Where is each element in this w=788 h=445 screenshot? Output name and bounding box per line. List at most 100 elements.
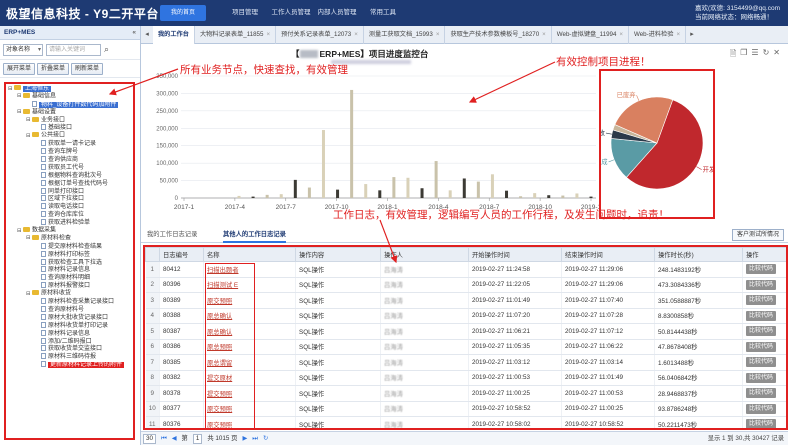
- tree-node[interactable]: ⊟ 基础设置: [8, 108, 131, 117]
- tab-5[interactable]: Web-虚拟键盘_11994 ×: [552, 26, 630, 44]
- tab-close-icon[interactable]: ×: [542, 31, 546, 38]
- tree-node[interactable]: ⊟ 原材料收货: [8, 290, 131, 298]
- tree-node[interactable]: 根据物料查询批次号: [8, 171, 131, 180]
- table-row[interactable]: 10 80377 原交预照 SQL操作 吕海涛 2019-02-27 10:58:52 20…: [145, 401, 786, 417]
- compare-code-button[interactable]: 比较代码: [746, 419, 777, 428]
- expand-button[interactable]: 展开菜单: [3, 62, 36, 75]
- search-input[interactable]: 请输入关键词: [46, 43, 101, 56]
- compare-code-button[interactable]: 比较代码: [746, 264, 777, 275]
- column-header[interactable]: 操作内容: [295, 247, 381, 262]
- tab-0[interactable]: 我的工作台: [153, 26, 195, 44]
- tree-node[interactable]: 原材料打印标签: [8, 250, 131, 259]
- table-row[interactable]: 2 80396 扫描测试 E SQL操作 吕海涛 2019-02-27 11:22:05 2…: [145, 277, 786, 293]
- first-page-icon[interactable]: ⏮: [161, 432, 167, 445]
- tree-node[interactable]: 获取员工代号: [8, 163, 131, 172]
- nav-tools[interactable]: 常用工具: [360, 0, 406, 26]
- tab-my-log[interactable]: 我的工作日志记录: [147, 227, 197, 243]
- cell-log-name-link[interactable]: 原总确认: [203, 308, 296, 324]
- tree-node[interactable]: 获取检查工具下拉选: [8, 258, 131, 267]
- tree-node[interactable]: 更新原材料记录上传的附件: [8, 361, 131, 369]
- tree-node[interactable]: 同单打印接口: [8, 187, 131, 196]
- tab-others-log[interactable]: 其他人的工作日志记录: [223, 227, 286, 243]
- tab-1[interactable]: 大物料记录表单_11855 ×: [195, 26, 277, 44]
- tree-node[interactable]: 原材大批收货记录接口: [8, 313, 131, 322]
- tree-node[interactable]: 获取单一请卡记录: [8, 140, 131, 148]
- table-row[interactable]: 9 80378 提交预照 SQL操作 吕海涛 2019-02-27 11:00:25 201…: [145, 385, 786, 402]
- tree-node[interactable]: 原材料记录信息: [8, 266, 131, 274]
- column-header[interactable]: 操作时长(秒): [654, 247, 743, 262]
- copy-icon[interactable]: ❐: [740, 48, 747, 62]
- tab-2[interactable]: 预付关系记录表单_12073 ×: [276, 26, 364, 44]
- table-row[interactable]: 5 80387 原总确认 SQL操作 吕海涛 2019-02-27 11:06:21 201…: [145, 323, 786, 340]
- compare-code-button[interactable]: 比较代码: [746, 279, 777, 290]
- table-row[interactable]: 3 80389 原交预照 SQL操作 吕海涛 2019-02-27 11:01:49 201…: [145, 292, 786, 309]
- column-header[interactable]: [145, 247, 160, 262]
- column-header[interactable]: 操作: [742, 247, 786, 262]
- tree-node[interactable]: ⊟ 公共接口: [8, 132, 131, 140]
- cell-log-name-link[interactable]: 原交预照: [203, 416, 296, 428]
- compare-code-button[interactable]: 比较代码: [746, 310, 777, 321]
- column-header[interactable]: 日志编号: [159, 247, 204, 262]
- compare-code-button[interactable]: 比较代码: [746, 372, 777, 383]
- tab-close-icon[interactable]: ×: [436, 31, 440, 38]
- tree-node[interactable]: 提交原材料检查结果: [8, 242, 131, 251]
- tree-node[interactable]: 查询仓库库位: [8, 211, 131, 219]
- table-row[interactable]: 7 80385 原总谓留 SQL操作 吕海涛 2019-02-27 11:03:12 201…: [145, 354, 786, 371]
- refresh-icon[interactable]: ↻: [763, 48, 770, 62]
- cell-log-name-link[interactable]: 原总谓留: [203, 354, 296, 371]
- tree-node[interactable]: 获取进料检验单: [8, 219, 131, 227]
- collapse-icon[interactable]: «: [132, 26, 136, 40]
- tree-node[interactable]: 读取电话接口: [8, 203, 131, 211]
- tree-node[interactable]: 查询供应商: [8, 156, 131, 164]
- next-page-icon[interactable]: ▶: [242, 432, 247, 445]
- close-icon[interactable]: ✕: [773, 48, 780, 62]
- tree-node[interactable]: 获取收货单交监接口: [8, 345, 131, 353]
- collapse-button[interactable]: 折叠菜单: [37, 62, 70, 75]
- tree-node[interactable]: ⊟ 上海恒东: [8, 85, 131, 93]
- tree-node[interactable]: ⊟ 原材料检查: [8, 234, 131, 243]
- tree-node[interactable]: 基础接口: [8, 124, 131, 132]
- table-row[interactable]: 11 80376 原交预照 SQL操作 吕海涛 2019-02-27 10:58:02 20…: [145, 416, 786, 428]
- tree-node[interactable]: 查询原材料号: [8, 305, 131, 314]
- cell-log-name-link[interactable]: 提交原材: [203, 370, 296, 386]
- reload-icon[interactable]: ↻: [263, 432, 268, 445]
- tree-node[interactable]: 添加/二维码报口: [8, 337, 131, 346]
- table-row[interactable]: 4 80388 原总确认 SQL操作 吕海涛 2019-02-27 11:07:20 201…: [145, 308, 786, 324]
- tab-close-icon[interactable]: ×: [266, 31, 270, 38]
- cell-log-name-link[interactable]: 提交预照: [203, 385, 296, 402]
- tree-node[interactable]: 原材料记录信息: [8, 329, 131, 338]
- customer-test-button[interactable]: 客户测试所情况: [731, 229, 784, 241]
- tree-node[interactable]: 原材料三维码待报: [8, 353, 131, 361]
- compare-code-button[interactable]: 比较代码: [746, 341, 777, 352]
- tab-scroll-left-icon[interactable]: ◂: [141, 26, 153, 43]
- column-header[interactable]: 名称: [203, 247, 296, 262]
- tree-node[interactable]: 查询车牌号: [8, 148, 131, 156]
- tree-node[interactable]: 查询原材料明细: [8, 274, 131, 282]
- tree-node[interactable]: 区域下拉接口: [8, 195, 131, 203]
- cell-log-name-link[interactable]: 扫描测试 E: [203, 277, 296, 293]
- tree-node[interactable]: 原材料收货单打印记录: [8, 321, 131, 330]
- search-type-select[interactable]: 对象名称: [3, 43, 43, 56]
- table-row[interactable]: 1 80412 扫描出题者 SQL操作 吕海涛 2019-02-27 11:24:58 20…: [145, 261, 786, 278]
- table-row[interactable]: 6 80386 原总预照 SQL操作 吕海涛 2019-02-27 11:05:35 201…: [145, 339, 786, 355]
- page-input[interactable]: 1: [192, 433, 203, 444]
- cell-log-name-link[interactable]: 原交预照: [203, 401, 296, 417]
- column-header[interactable]: 结束操作时间: [561, 247, 655, 262]
- tab-4[interactable]: 获取生产技术参数模板号_18270 ×: [445, 26, 552, 44]
- tab-close-icon[interactable]: ×: [354, 31, 358, 38]
- tab-3[interactable]: 测量工获取文档_15993 ×: [364, 26, 446, 44]
- tree-node[interactable]: ⊟ 数据采集: [8, 227, 131, 235]
- tab-close-icon[interactable]: ×: [619, 31, 623, 38]
- tree-node[interactable]: ⊟ 基础信息: [8, 92, 131, 101]
- nav-internal[interactable]: 内部人员管理: [314, 0, 360, 26]
- compare-code-button[interactable]: 比较代码: [746, 403, 777, 414]
- compare-code-button[interactable]: 比较代码: [746, 326, 777, 337]
- list-icon[interactable]: ☰: [751, 48, 758, 62]
- table-row[interactable]: 8 80382 提交原材 SQL操作 吕海涛 2019-02-27 11:00:53 201…: [145, 370, 786, 386]
- home-button[interactable]: 我的首页: [160, 5, 206, 21]
- doc-icon[interactable]: 🗎: [730, 48, 736, 62]
- compare-code-button[interactable]: 比较代码: [746, 357, 777, 368]
- refresh-button[interactable]: 刷新菜单: [71, 62, 104, 75]
- tab-6[interactable]: Web-进料检验 ×: [629, 26, 687, 44]
- last-page-icon[interactable]: ⏭: [252, 432, 258, 445]
